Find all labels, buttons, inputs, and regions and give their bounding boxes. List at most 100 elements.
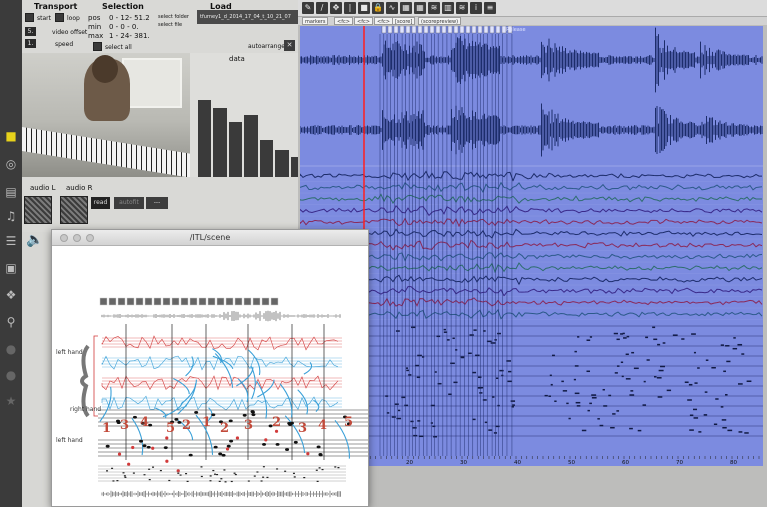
star-icon[interactable]: ★	[3, 393, 19, 409]
marker-icon[interactable]: |	[344, 2, 356, 14]
midi-note	[694, 382, 698, 384]
marker-flag	[417, 26, 423, 34]
waveform-tab[interactable]: <fc>	[374, 17, 393, 25]
midi-note	[573, 378, 577, 381]
circle-p-icon[interactable]: ●	[3, 341, 19, 357]
square-icon[interactable]: ■	[358, 2, 370, 14]
midi-note	[693, 417, 699, 419]
score-toolbar-button	[243, 297, 252, 306]
note-head	[229, 439, 234, 443]
roll-note	[209, 480, 212, 482]
midi-note	[577, 336, 580, 338]
sensor-trace	[300, 217, 763, 228]
lock-icon[interactable]: 🔒	[372, 2, 384, 14]
list-icon[interactable]: ≡	[484, 2, 496, 14]
plug-icon[interactable]: ⚲	[3, 314, 19, 330]
fingering-number: 3	[120, 418, 129, 433]
grid2-icon[interactable]: ▦	[414, 2, 426, 14]
pos-value[interactable]: 0 - 12- 51.2	[109, 14, 150, 22]
waveform-tab[interactable]: <fc>	[354, 17, 373, 25]
midi-note	[478, 376, 482, 379]
waveform-area[interactable]: Release 20 30 40 50 60 70 80	[300, 26, 763, 507]
midi-note	[630, 390, 634, 392]
roll-note	[185, 473, 188, 475]
speaker-icon[interactable]: 🔈	[26, 232, 43, 248]
start-label: start	[37, 15, 51, 22]
select-folder-button[interactable]: select folder	[158, 14, 189, 20]
midi-note	[646, 359, 650, 361]
loop-checkbox[interactable]	[55, 13, 64, 22]
waveform-icon[interactable]: ≋	[428, 2, 440, 14]
max-value[interactable]: 1 - 24- 381.	[109, 32, 150, 40]
marker-flag	[405, 26, 411, 34]
waveform-tab[interactable]: [score]	[392, 17, 416, 25]
midi-note	[417, 420, 421, 422]
minimize-dot-icon[interactable]	[73, 234, 81, 242]
close-dot-icon[interactable]	[60, 234, 68, 242]
score-toolbar-button	[225, 297, 234, 306]
start-checkbox[interactable]	[25, 13, 34, 22]
marker-release-label: Release	[506, 27, 526, 33]
midi-note	[430, 422, 433, 424]
note-head	[226, 444, 231, 448]
score-toolbar-button	[207, 297, 216, 306]
file-dropdown[interactable]: tfurney1_d_2014_17_04_t_10_21_07	[197, 10, 298, 24]
pencil-icon[interactable]: ✎	[302, 2, 314, 14]
cube-icon[interactable]: ■	[3, 128, 19, 144]
midi-note	[602, 388, 605, 391]
dash-button[interactable]: ---	[146, 197, 168, 209]
read-button[interactable]: read	[91, 197, 110, 209]
midi-note	[643, 380, 646, 383]
audio-waveform-track	[300, 103, 763, 157]
playlist-icon[interactable]: ☰	[3, 233, 19, 249]
midi-note	[469, 334, 474, 336]
grid-icon[interactable]: ▦	[400, 2, 412, 14]
select-all-checkbox[interactable]	[93, 42, 102, 51]
min-value[interactable]: 0 - 0 - 0.	[109, 23, 139, 31]
data-bar	[259, 139, 274, 177]
fingering-number: 1	[102, 421, 111, 436]
bars-icon[interactable]: ▥	[442, 2, 454, 14]
speed-numbox[interactable]: 1.	[25, 39, 36, 48]
close-button[interactable]: ✕	[284, 40, 295, 51]
score-toolbar-button	[252, 297, 261, 306]
sensor-trace	[300, 193, 763, 204]
pen-icon[interactable]: ∕	[316, 2, 328, 14]
audio-right-meter[interactable]	[60, 196, 88, 224]
midi-note	[433, 435, 438, 438]
marker-flag	[483, 26, 489, 34]
midi-note	[688, 383, 693, 386]
select-file-button[interactable]: select file	[158, 22, 182, 28]
waveform-tab[interactable]: markers	[302, 17, 329, 25]
circle-b-icon[interactable]: ●	[3, 367, 19, 383]
marker-flag	[381, 26, 387, 34]
zoom-dot-icon[interactable]	[86, 234, 94, 242]
roll-note	[112, 480, 115, 482]
marker-flag	[495, 26, 501, 34]
waveform-tab[interactable]: (scorepreview)	[418, 17, 462, 25]
midi-note	[721, 419, 727, 421]
midi-note	[684, 381, 689, 383]
roll-note	[223, 469, 226, 471]
film-icon[interactable]: ▤	[3, 184, 19, 200]
link-icon[interactable]: ❖	[3, 287, 19, 303]
image-icon[interactable]: ▣	[3, 260, 19, 276]
info-icon[interactable]: i	[470, 2, 482, 14]
waveform-tab[interactable]: <fc>	[334, 17, 353, 25]
note-head	[142, 444, 147, 448]
marker-flag	[489, 26, 495, 34]
red-bracket	[93, 335, 98, 417]
note-head	[194, 410, 199, 414]
audio-left-meter[interactable]	[24, 196, 52, 224]
target-icon[interactable]: ◎	[3, 156, 19, 172]
wave-icon[interactable]: ∿	[386, 2, 398, 14]
music-note-icon[interactable]: ♫	[3, 208, 19, 224]
move-icon[interactable]: ✥	[330, 2, 342, 14]
autoarrange-label[interactable]: autoarrange	[248, 43, 285, 50]
autofit-button[interactable]: autofit	[114, 197, 144, 209]
note-head	[293, 440, 298, 444]
fingering-number: 5	[166, 421, 175, 436]
waveform2-icon[interactable]: ≋	[456, 2, 468, 14]
video-offset-numbox[interactable]: 5.	[25, 27, 36, 36]
fingering-number: 1	[202, 415, 211, 430]
